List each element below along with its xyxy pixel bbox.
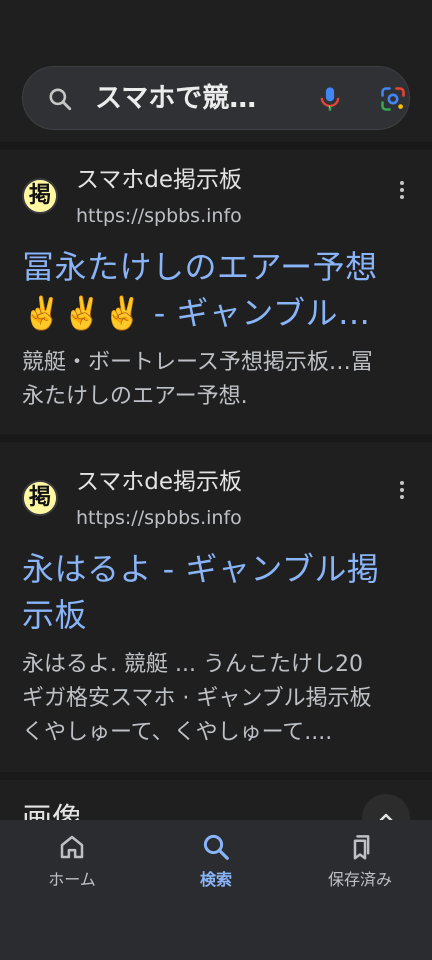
divider xyxy=(0,142,432,150)
lens-icon[interactable] xyxy=(379,85,407,113)
site-name[interactable]: スマホde掲示板 xyxy=(76,166,242,194)
site-name[interactable]: スマホde掲示板 xyxy=(76,468,242,496)
result-title-line[interactable]: ✌️✌️✌️ - ギャンブル… xyxy=(22,290,417,336)
result-title-line[interactable]: 冨永たけしのエアー予想 xyxy=(22,244,417,290)
mic-icon[interactable] xyxy=(316,85,344,113)
snippet-line: ギガ格安スマホ · ギャンブル掲示板 xyxy=(22,686,372,711)
snippet-line: 永たけしのエアー予想. xyxy=(22,384,248,409)
site-url[interactable]: https://spbbs.info xyxy=(76,506,242,530)
search-icon xyxy=(49,88,72,111)
search-query[interactable]: スマホで競… xyxy=(95,82,295,116)
nav-home-label: ホーム xyxy=(48,870,96,889)
result-title[interactable]: 冨永たけしのエアー予想 ✌️✌️✌️ - ギャンブル… xyxy=(22,244,417,336)
search-result[interactable]: 掲 スマホde掲示板 https://spbbs.info 冨永たけしのエアー予… xyxy=(0,150,432,434)
site-favicon: 掲 xyxy=(22,480,58,516)
nav-home[interactable]: ホーム xyxy=(22,830,122,910)
nav-search[interactable]: 検索 xyxy=(166,830,266,910)
snippet-line: 永はるよ. 競艇 ... うんこたけし20 xyxy=(22,652,363,677)
nav-saved-label: 保存済み xyxy=(327,870,392,889)
result-snippet: 永はるよ. 競艇 ... うんこたけし20 ギガ格安スマホ · ギャンブル掲示板… xyxy=(22,648,417,750)
result-snippet: 競艇・ボートレース予想掲示板…冨 永たけしのエアー予想. xyxy=(22,346,417,414)
site-url[interactable]: https://spbbs.info xyxy=(76,204,242,228)
site-favicon: 掲 xyxy=(22,178,58,214)
search-bar[interactable]: スマホで競… xyxy=(22,66,410,130)
result-title-line[interactable]: 示板 xyxy=(22,592,417,638)
favicon-glyph: 掲 xyxy=(24,482,56,514)
search-icon xyxy=(203,834,229,860)
snippet-line: くやしゅーて、くやしゅーて.... xyxy=(22,720,333,745)
more-options-icon[interactable] xyxy=(392,478,412,502)
more-options-icon[interactable] xyxy=(392,178,412,202)
home-icon xyxy=(60,835,84,859)
saved-icon xyxy=(353,835,370,860)
nav-search-label: 検索 xyxy=(199,870,232,889)
divider xyxy=(0,772,432,780)
bottom-navigation: ホーム 検索 保存済み xyxy=(0,820,432,960)
result-title-line[interactable]: 永はるよ - ギャンブル掲 xyxy=(22,546,417,592)
nav-saved[interactable]: 保存済み xyxy=(310,830,410,910)
snippet-line: 競艇・ボートレース予想掲示板…冨 xyxy=(22,350,373,375)
favicon-glyph: 掲 xyxy=(24,180,56,212)
search-result[interactable]: 掲 スマホde掲示板 https://spbbs.info 永はるよ - ギャン… xyxy=(0,442,432,772)
result-title[interactable]: 永はるよ - ギャンブル掲 示板 xyxy=(22,546,417,638)
divider xyxy=(0,434,432,442)
